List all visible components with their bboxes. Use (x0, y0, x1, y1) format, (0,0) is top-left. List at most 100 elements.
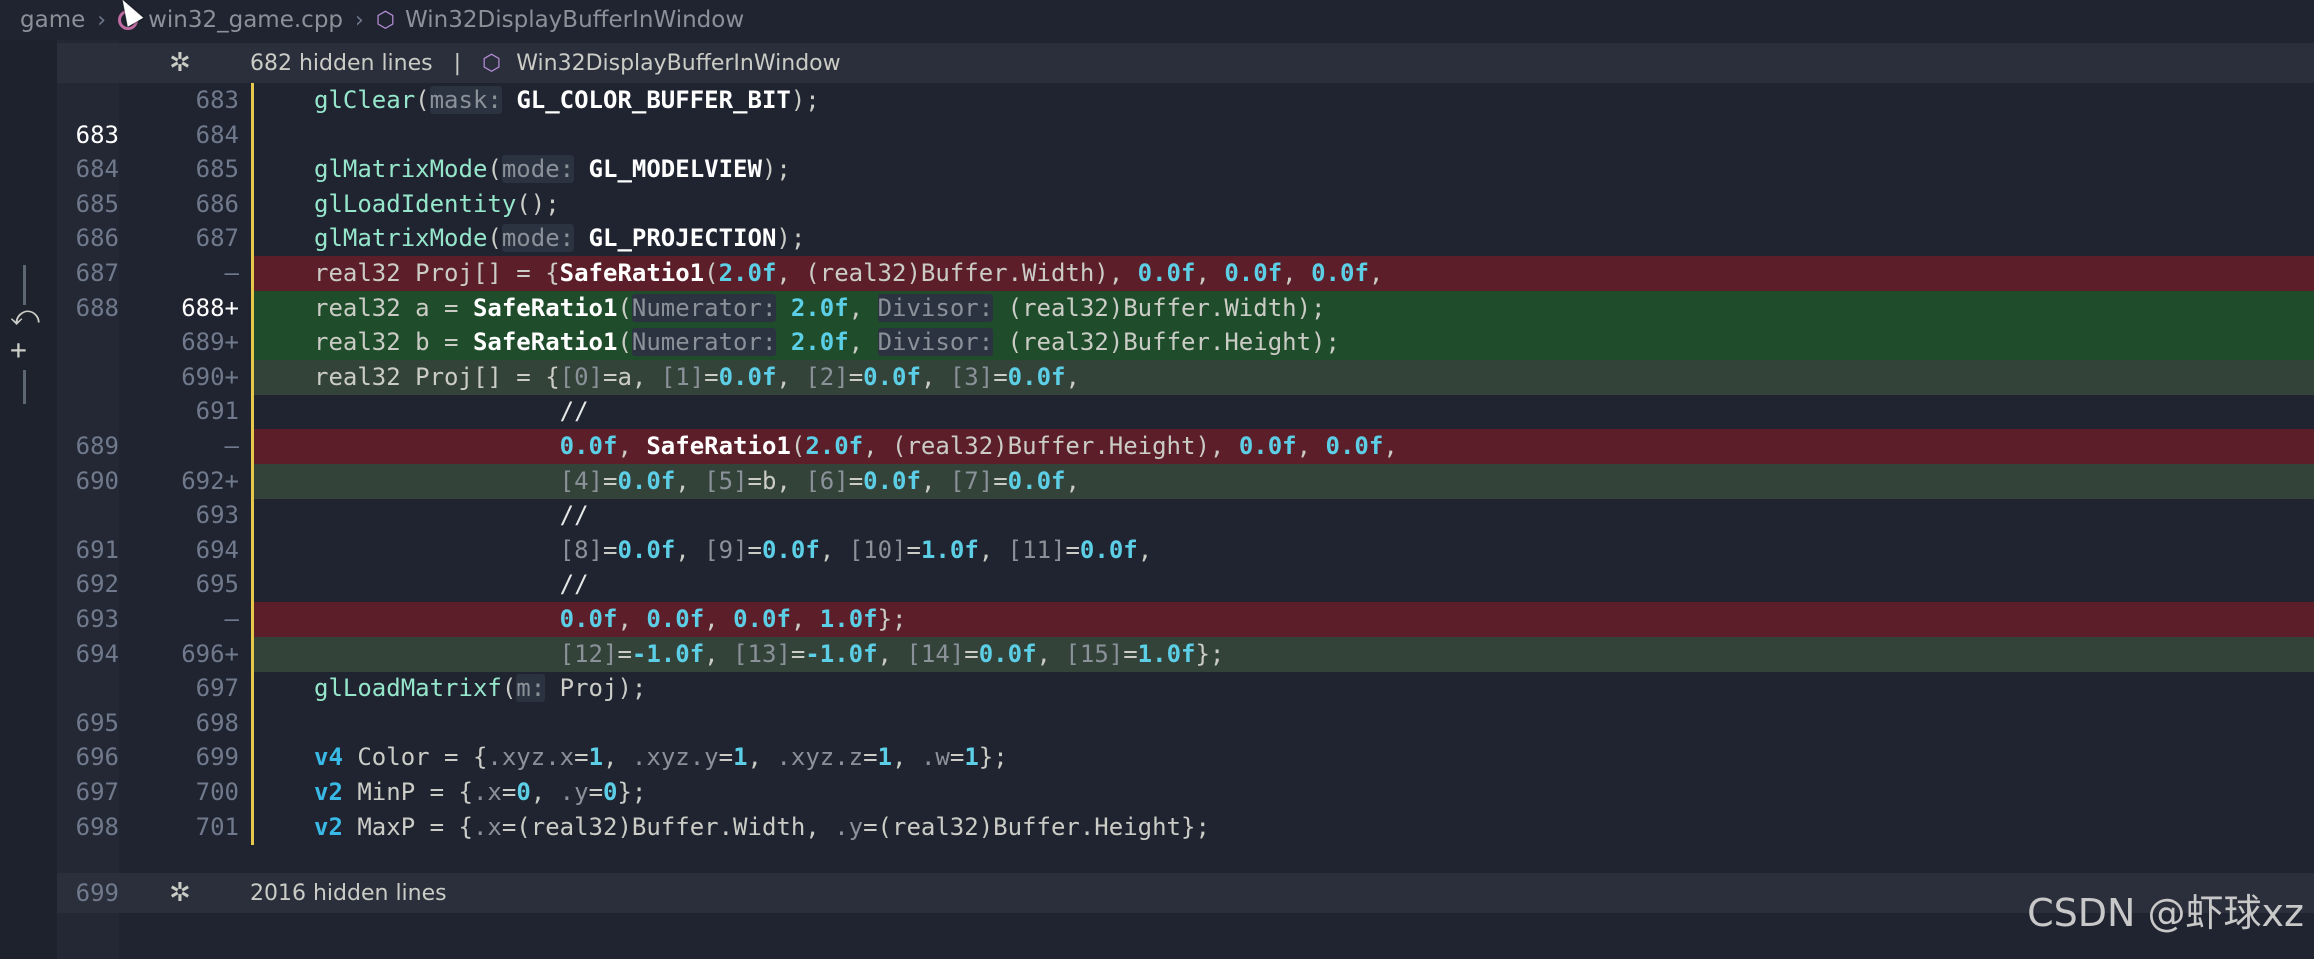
diff-line[interactable]: 685 686 glLoadIdentity(); (57, 186, 2314, 223)
diff-line[interactable]: 689 — 0.0f, SafeRatio1(2.0f, (real32)Buff… (57, 429, 2314, 465)
unfold-icon[interactable]: ✲ (169, 48, 191, 78)
change-indicator (251, 809, 254, 846)
code-text[interactable]: glLoadMatrixf(m: Proj); (314, 671, 646, 707)
old-line-number: 683 (75, 120, 119, 149)
change-indicator (251, 325, 254, 361)
change-bar (23, 370, 26, 404)
diff-line[interactable]: 690 692+ [4]=0.0f, [5]=b, [6]=0.0f, [7]=0… (57, 463, 2314, 500)
code-text[interactable]: [8]=0.0f, [9]=0.0f, [10]=1.0f, [11]=0.0f… (314, 533, 1153, 569)
new-line-number: 693 (195, 501, 239, 530)
hidden-lines-count: 2016 hidden lines (250, 880, 447, 906)
new-line-number: 691 (195, 397, 239, 426)
diff-line[interactable]: 693 — 0.0f, 0.0f, 0.0f, 1.0f}; (57, 602, 2314, 638)
change-indicator (251, 602, 254, 638)
new-line-number: 686 (195, 189, 239, 218)
old-line-number: 685 (75, 189, 119, 218)
code-text[interactable]: glClear(mask: GL_COLOR_BUFFER_BIT); (314, 83, 820, 119)
diff-line[interactable]: 692 695 // (57, 567, 2314, 604)
change-indicator (251, 671, 254, 707)
breadcrumb-file[interactable]: win32_game.cpp (148, 7, 343, 33)
watermark: CSDN @虾球xz (2027, 891, 2304, 935)
old-line-number: 695 (75, 708, 119, 737)
diff-line[interactable]: 697 glLoadMatrixf(m: Proj); (57, 671, 2314, 707)
change-indicator (251, 186, 254, 223)
code-text[interactable]: real32 Proj[] = {SafeRatio1(2.0f, (real3… (314, 256, 1383, 292)
code-text[interactable]: v4 Color = {.xyz.x=1, .xyz.y=1, .xyz.z=1… (314, 740, 1008, 776)
diff-line[interactable]: 698 701 v2 MaxP = {.x=(real32)Buffer.Width… (57, 809, 2314, 846)
change-indicator (251, 429, 254, 465)
diff-line[interactable]: 696 699 v4 Color = {.xyz.x=1, .xyz.y=1, .x… (57, 740, 2314, 777)
diff-line[interactable]: 693 // (57, 498, 2314, 534)
change-indicator (251, 221, 254, 258)
new-line-number: 685 (195, 155, 239, 184)
diff-line[interactable]: 691 694 [8]=0.0f, [9]=0.0f, [10]=1.0f, [1… (57, 532, 2314, 569)
diff-line[interactable]: 694 696+ [12]=-1.0f, [13]=-1.0f, [14]=0.0… (57, 636, 2314, 673)
breadcrumb-symbol[interactable]: Win32DisplayBufferInWindow (405, 7, 744, 33)
old-line-number: 694 (75, 639, 119, 668)
new-line-number: — (224, 259, 239, 287)
diff-line[interactable]: 691 // (57, 394, 2314, 431)
change-indicator (251, 532, 254, 569)
code-text[interactable]: [12]=-1.0f, [13]=-1.0f, [14]=0.0f, [15]=… (314, 637, 1225, 673)
diff-line[interactable]: 683 glClear(mask: GL_COLOR_BUFFER_BIT); (57, 83, 2314, 119)
change-indicator (251, 775, 254, 811)
diff-line[interactable]: 687 — real32 Proj[] = {SafeRatio1(2.0f, (r… (57, 256, 2314, 292)
new-line-number: 701 (195, 812, 239, 841)
new-line-number: 698 (195, 708, 239, 737)
change-indicator (251, 394, 254, 431)
diff-line[interactable]: 697 700 v2 MinP = {.x=0, .y=0}; (57, 775, 2314, 811)
code-text[interactable]: real32 b = SafeRatio1(Numerator: 2.0f, D… (314, 325, 1340, 361)
diff-line[interactable]: 690+ real32 Proj[] = {[0]=a, [1]=0.0f, [2… (57, 359, 2314, 396)
change-indicator (251, 740, 254, 777)
stage-plus-icon[interactable]: + (10, 336, 27, 364)
code-text[interactable]: 0.0f, SafeRatio1(2.0f, (real32)Buffer.He… (314, 429, 1398, 465)
change-indicator (251, 152, 254, 188)
change-indicator (251, 83, 254, 119)
new-line-number: 700 (195, 778, 239, 806)
diff-line[interactable]: 686 687 glMatrixMode(mode: GL_PROJECTION); (57, 221, 2314, 258)
diff-toolbar: ⤺ + (0, 40, 57, 959)
new-line-number: 694 (195, 535, 239, 564)
code-text[interactable]: // (314, 498, 589, 534)
code-text[interactable]: real32 Proj[] = {[0]=a, [1]=0.0f, [2]=0.… (314, 360, 1080, 396)
diff-line[interactable]: 689+ real32 b = SafeRatio1(Numerator: 2.0… (57, 325, 2314, 361)
code-text[interactable]: real32 a = SafeRatio1(Numerator: 2.0f, D… (314, 291, 1326, 327)
new-line-number: 690+ (181, 362, 239, 391)
code-text[interactable]: glLoadIdentity(); (314, 187, 560, 223)
diff-line[interactable]: 684 685 glMatrixMode(mode: GL_MODELVIEW); (57, 152, 2314, 188)
line-background (251, 187, 2314, 223)
revert-icon[interactable]: ⤺ (10, 302, 40, 330)
code-text[interactable]: glMatrixMode(mode: GL_PROJECTION); (314, 221, 805, 257)
new-line-number: 699 (195, 743, 239, 772)
new-line-number: — (224, 605, 239, 633)
new-line-number: 684 (195, 120, 239, 149)
change-indicator (251, 567, 254, 604)
code-text[interactable]: // (314, 567, 589, 603)
diff-line[interactable]: 683 684 (57, 117, 2314, 154)
old-line-number: 684 (75, 155, 119, 184)
line-background (251, 118, 2314, 154)
new-line-number: 692+ (181, 466, 239, 495)
symbol-method-icon: ⬡ (482, 50, 502, 76)
code-text[interactable]: [4]=0.0f, [5]=b, [6]=0.0f, [7]=0.0f, (314, 464, 1080, 500)
new-line-number: 688+ (181, 293, 239, 322)
old-line-number: 691 (75, 535, 119, 564)
fold-hidden-lines-bottom[interactable]: 699 ✲ 2016 hidden lines (57, 873, 2314, 913)
code-text[interactable]: // (314, 394, 589, 430)
diff-line[interactable]: 695 698 (57, 705, 2314, 742)
fold-hidden-lines-top[interactable]: ✲ 682 hidden lines | ⬡ Win32DisplayBuffe… (57, 43, 2314, 83)
unfold-icon[interactable]: ✲ (169, 878, 191, 908)
breadcrumb-folder[interactable]: game (20, 7, 85, 33)
chevron-right-icon: › (355, 7, 364, 33)
new-line-number: — (224, 432, 239, 460)
code-text[interactable]: 0.0f, 0.0f, 0.0f, 1.0f}; (314, 602, 907, 638)
change-indicator (251, 117, 254, 154)
chevron-right-icon: › (97, 7, 107, 33)
code-text[interactable]: glMatrixMode(mode: GL_MODELVIEW); (314, 152, 791, 188)
diff-line[interactable]: 688 688+ real32 a = SafeRatio1(Numerator: … (57, 290, 2314, 327)
old-line-number: 697 (75, 778, 119, 806)
new-line-number: 696+ (181, 639, 239, 668)
change-indicator (251, 463, 254, 500)
code-text[interactable]: v2 MaxP = {.x=(real32)Buffer.Width, .y=(… (314, 810, 1210, 846)
code-text[interactable]: v2 MinP = {.x=0, .y=0}; (314, 775, 646, 811)
